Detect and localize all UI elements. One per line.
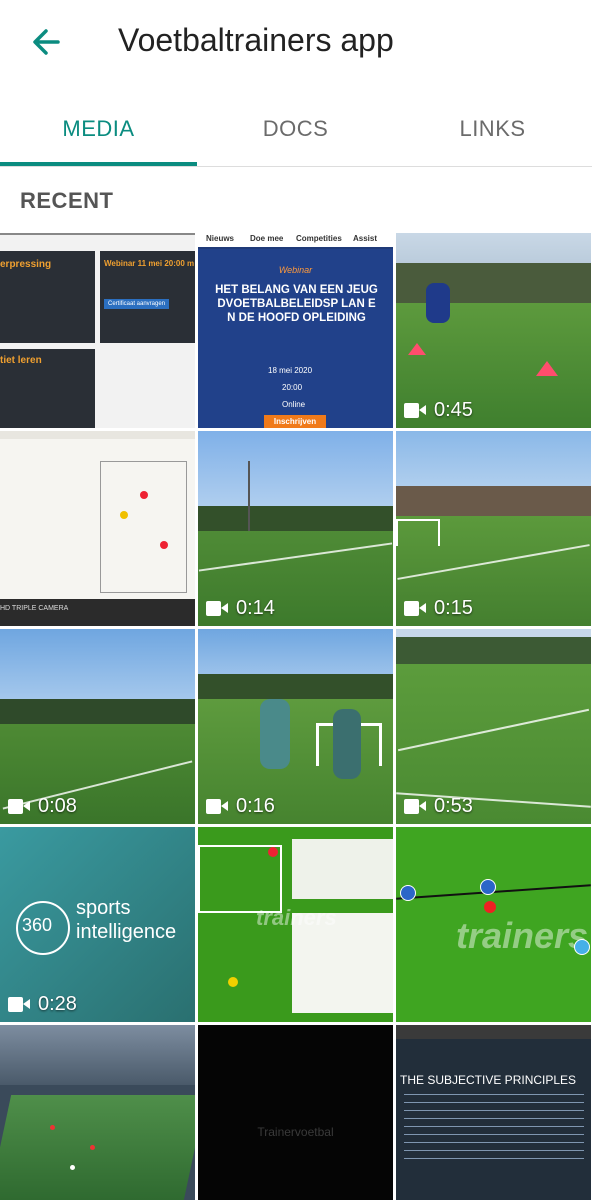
- thumbnail-watermark: trainers: [456, 915, 589, 956]
- video-camera-icon: [404, 403, 426, 418]
- tab-docs[interactable]: DOCS: [197, 100, 394, 162]
- thumbnail-text: Nieuws: [206, 234, 235, 243]
- thumbnail-text: Inschrijven: [264, 415, 326, 428]
- thumbnail-text: 360: [22, 915, 53, 935]
- thumbnail-text: HET BELANG VAN EEN JEUGDVOETBALBELEIDSP …: [215, 284, 378, 324]
- media-thumbnail[interactable]: 0:08: [0, 629, 195, 824]
- thumbnail-text: Competities: [296, 234, 342, 243]
- thumbnail-text: 18 mei 2020: [268, 366, 313, 375]
- media-thumbnail[interactable]: 360 sports intelligence 0:28: [0, 827, 195, 1022]
- tab-links[interactable]: LINKS: [394, 100, 591, 162]
- video-duration: 0:14: [206, 597, 275, 620]
- media-thumbnail[interactable]: 0:53: [396, 629, 591, 824]
- media-thumbnail[interactable]: HD TRIPLE CAMERA: [0, 431, 195, 626]
- media-thumbnail[interactable]: 0:15: [396, 431, 591, 626]
- media-thumbnail[interactable]: [0, 1025, 195, 1200]
- video-camera-icon: [206, 799, 228, 814]
- tab-media[interactable]: MEDIA: [0, 100, 197, 162]
- thumbnail-text: tiet leren: [0, 355, 42, 366]
- media-thumbnail[interactable]: 0:45: [396, 233, 591, 428]
- thumbnail-text: THE SUBJECTIVE PRINCIPLES: [400, 1073, 577, 1087]
- thumbnail-text: Webinar: [278, 265, 313, 275]
- app-bar: Voetbaltrainers app: [0, 0, 592, 88]
- thumbnail-text: intelligence: [76, 921, 177, 943]
- thumbnail-text: Assist: [353, 234, 378, 243]
- thumbnail-text: Doe mee: [250, 234, 284, 243]
- thumbnail-watermark: trainers: [256, 905, 337, 930]
- video-camera-icon: [404, 799, 426, 814]
- video-camera-icon: [206, 601, 228, 616]
- thumbnail-text: Webinar 11 mei 20:00 met Adie D: [104, 259, 194, 268]
- media-thumbnail[interactable]: trainers: [396, 827, 591, 1022]
- video-duration: 0:53: [404, 795, 473, 818]
- tab-divider: [0, 166, 592, 167]
- video-camera-icon: [8, 997, 30, 1012]
- media-thumbnail[interactable]: erpressing Webinar 11 mei 20:00 met Adie…: [0, 233, 195, 428]
- video-duration: 0:45: [404, 399, 473, 422]
- video-camera-icon: [8, 799, 30, 814]
- page-title: Voetbaltrainers app: [118, 22, 394, 58]
- thumbnail-text: Online: [282, 400, 306, 409]
- media-thumbnail[interactable]: Nieuws Doe mee Competities Assist Webina…: [198, 233, 393, 428]
- media-thumbnail[interactable]: 0:16: [198, 629, 393, 824]
- video-duration: 0:15: [404, 597, 473, 620]
- thumbnail-text: Trainervoetbal: [257, 1125, 334, 1139]
- back-button[interactable]: [28, 24, 64, 60]
- thumbnail-text: 20:00: [282, 383, 303, 392]
- video-duration: 0:16: [206, 795, 275, 818]
- video-duration: 0:28: [8, 993, 77, 1016]
- arrow-left-icon: [33, 29, 60, 55]
- thumbnail-text: sports: [76, 897, 131, 919]
- media-thumbnail[interactable]: 0:14: [198, 431, 393, 626]
- thumbnail-text: Certificaat aanvragen: [104, 299, 170, 309]
- thumbnail-text: HD TRIPLE CAMERA: [0, 605, 69, 612]
- video-duration: 0:08: [8, 795, 77, 818]
- media-thumbnail[interactable]: THE SUBJECTIVE PRINCIPLES: [396, 1025, 591, 1200]
- media-thumbnail[interactable]: Trainervoetbal: [198, 1025, 393, 1200]
- tab-bar: MEDIA DOCS LINKS: [0, 100, 592, 166]
- video-camera-icon: [404, 601, 426, 616]
- media-thumbnail[interactable]: trainers: [198, 827, 393, 1022]
- section-label-recent: RECENT: [20, 188, 114, 213]
- thumbnail-text: erpressing: [0, 259, 52, 270]
